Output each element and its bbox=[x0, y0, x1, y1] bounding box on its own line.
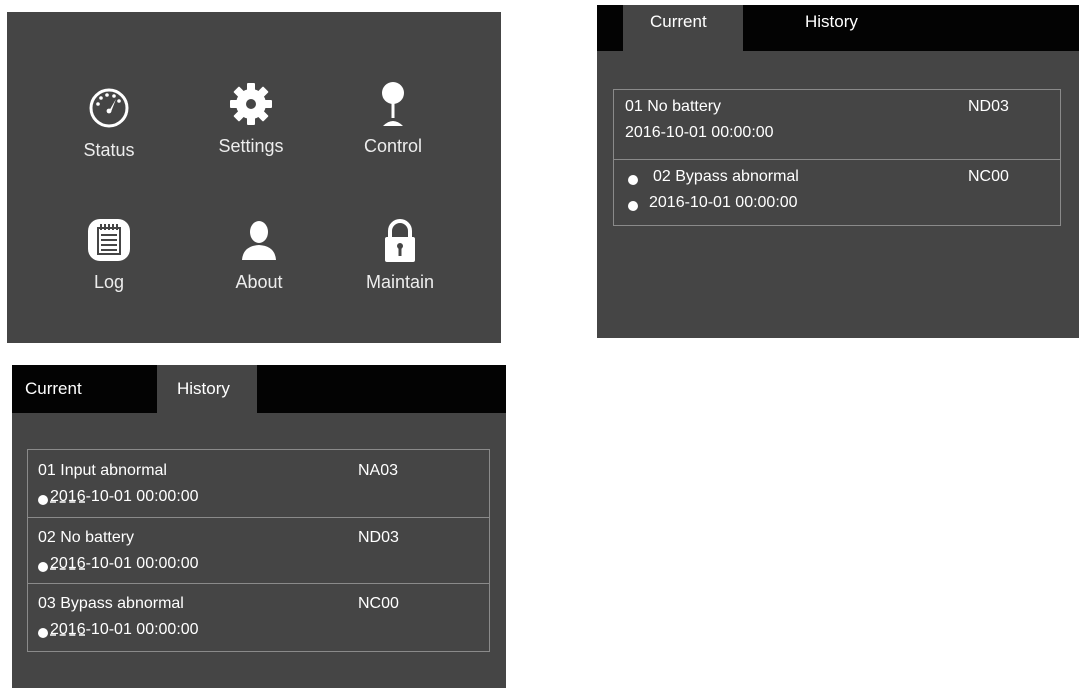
alarm-code: NC00 bbox=[358, 595, 399, 612]
current-alarm-panel: Current History 01 No battery ND03 2016-… bbox=[597, 5, 1079, 338]
status-dot bbox=[38, 495, 48, 505]
list-item[interactable]: 01 Input abnormal NA03 2016-10-01 00:00:… bbox=[28, 450, 489, 517]
alarm-time: 2016-10-01 00:00:00 bbox=[625, 124, 774, 141]
history-alarm-panel: Current History 01 Input abnormal NA03 2… bbox=[12, 365, 506, 688]
time-year: 2016 bbox=[50, 555, 86, 572]
alarm-title: 01 No battery bbox=[625, 98, 722, 115]
list-item[interactable]: 02 Bypass abnormal NC00 2016-10-01 00:00… bbox=[614, 159, 1060, 226]
status-dot bbox=[38, 562, 48, 572]
tab-current[interactable]: Current bbox=[12, 365, 132, 413]
alarm-list: 01 No battery ND03 2016-10-01 00:00:00 0… bbox=[613, 89, 1061, 226]
menu-item-status[interactable]: Status bbox=[49, 84, 169, 161]
alarm-title: 02 No battery bbox=[38, 529, 135, 546]
alarm-code: ND03 bbox=[968, 98, 1009, 115]
time-rest: -10-01 00:00:00 bbox=[85, 555, 199, 572]
menu-item-control[interactable]: Control bbox=[333, 80, 453, 157]
menu-label-log: Log bbox=[93, 272, 125, 292]
tab-bar: Current History bbox=[12, 365, 506, 413]
status-dot bbox=[628, 175, 638, 185]
menu-item-log[interactable]: Log bbox=[49, 216, 169, 293]
tab-bar: Current History bbox=[597, 5, 1079, 51]
time-year: 2016 bbox=[50, 621, 86, 638]
status-dot bbox=[628, 201, 638, 211]
alarm-time: 2016-10-01 00:00:00 bbox=[649, 194, 798, 211]
time-rest: -10-01 00:00:00 bbox=[85, 488, 199, 505]
padlock-icon bbox=[385, 219, 415, 262]
menu-label-settings: Settings bbox=[218, 136, 284, 156]
speedometer-icon bbox=[89, 88, 129, 128]
gear-icon bbox=[230, 83, 272, 125]
menu-label-status: Status bbox=[83, 140, 135, 160]
alarm-time: 2016-10-01 00:00:00 bbox=[50, 621, 199, 639]
menu-label-control: Control bbox=[363, 136, 423, 156]
menu-item-settings[interactable]: Settings bbox=[191, 80, 311, 157]
menu-item-about[interactable]: About bbox=[199, 216, 319, 293]
alarm-time: 2016-10-01 00:00:00 bbox=[50, 555, 199, 573]
time-year: 2016 bbox=[50, 488, 86, 505]
list-item[interactable]: 01 No battery ND03 2016-10-01 00:00:00 bbox=[614, 90, 1060, 159]
status-dot bbox=[38, 628, 48, 638]
time-rest: -10-01 00:00:00 bbox=[85, 621, 199, 638]
menu-item-maintain[interactable]: Maintain bbox=[340, 216, 460, 293]
menu-label-about: About bbox=[235, 272, 283, 292]
joystick-icon bbox=[382, 82, 404, 126]
main-menu-panel: Status Settings Control Log About Mainta… bbox=[7, 12, 501, 343]
alarm-code: NC00 bbox=[968, 168, 1009, 185]
list-item[interactable]: 02 No battery ND03 2016-10-01 00:00:00 bbox=[28, 517, 489, 584]
history-list: 01 Input abnormal NA03 2016-10-01 00:00:… bbox=[27, 449, 490, 652]
tab-current[interactable]: Current bbox=[623, 5, 743, 51]
alarm-title: 01 Input abnormal bbox=[38, 462, 167, 479]
tab-history[interactable]: History bbox=[157, 365, 257, 413]
menu-label-maintain: Maintain bbox=[365, 272, 435, 292]
alarm-time: 2016-10-01 00:00:00 bbox=[50, 488, 199, 506]
person-icon bbox=[242, 221, 276, 260]
tab-history[interactable]: History bbox=[793, 5, 893, 51]
alarm-code: ND03 bbox=[358, 529, 399, 546]
list-item[interactable]: 03 Bypass abnormal NC00 2016-10-01 00:00… bbox=[28, 583, 489, 652]
alarm-title: 02 Bypass abnormal bbox=[653, 168, 799, 185]
alarm-code: NA03 bbox=[358, 462, 399, 479]
notepad-icon bbox=[88, 219, 130, 261]
alarm-title: 03 Bypass abnormal bbox=[38, 595, 184, 612]
